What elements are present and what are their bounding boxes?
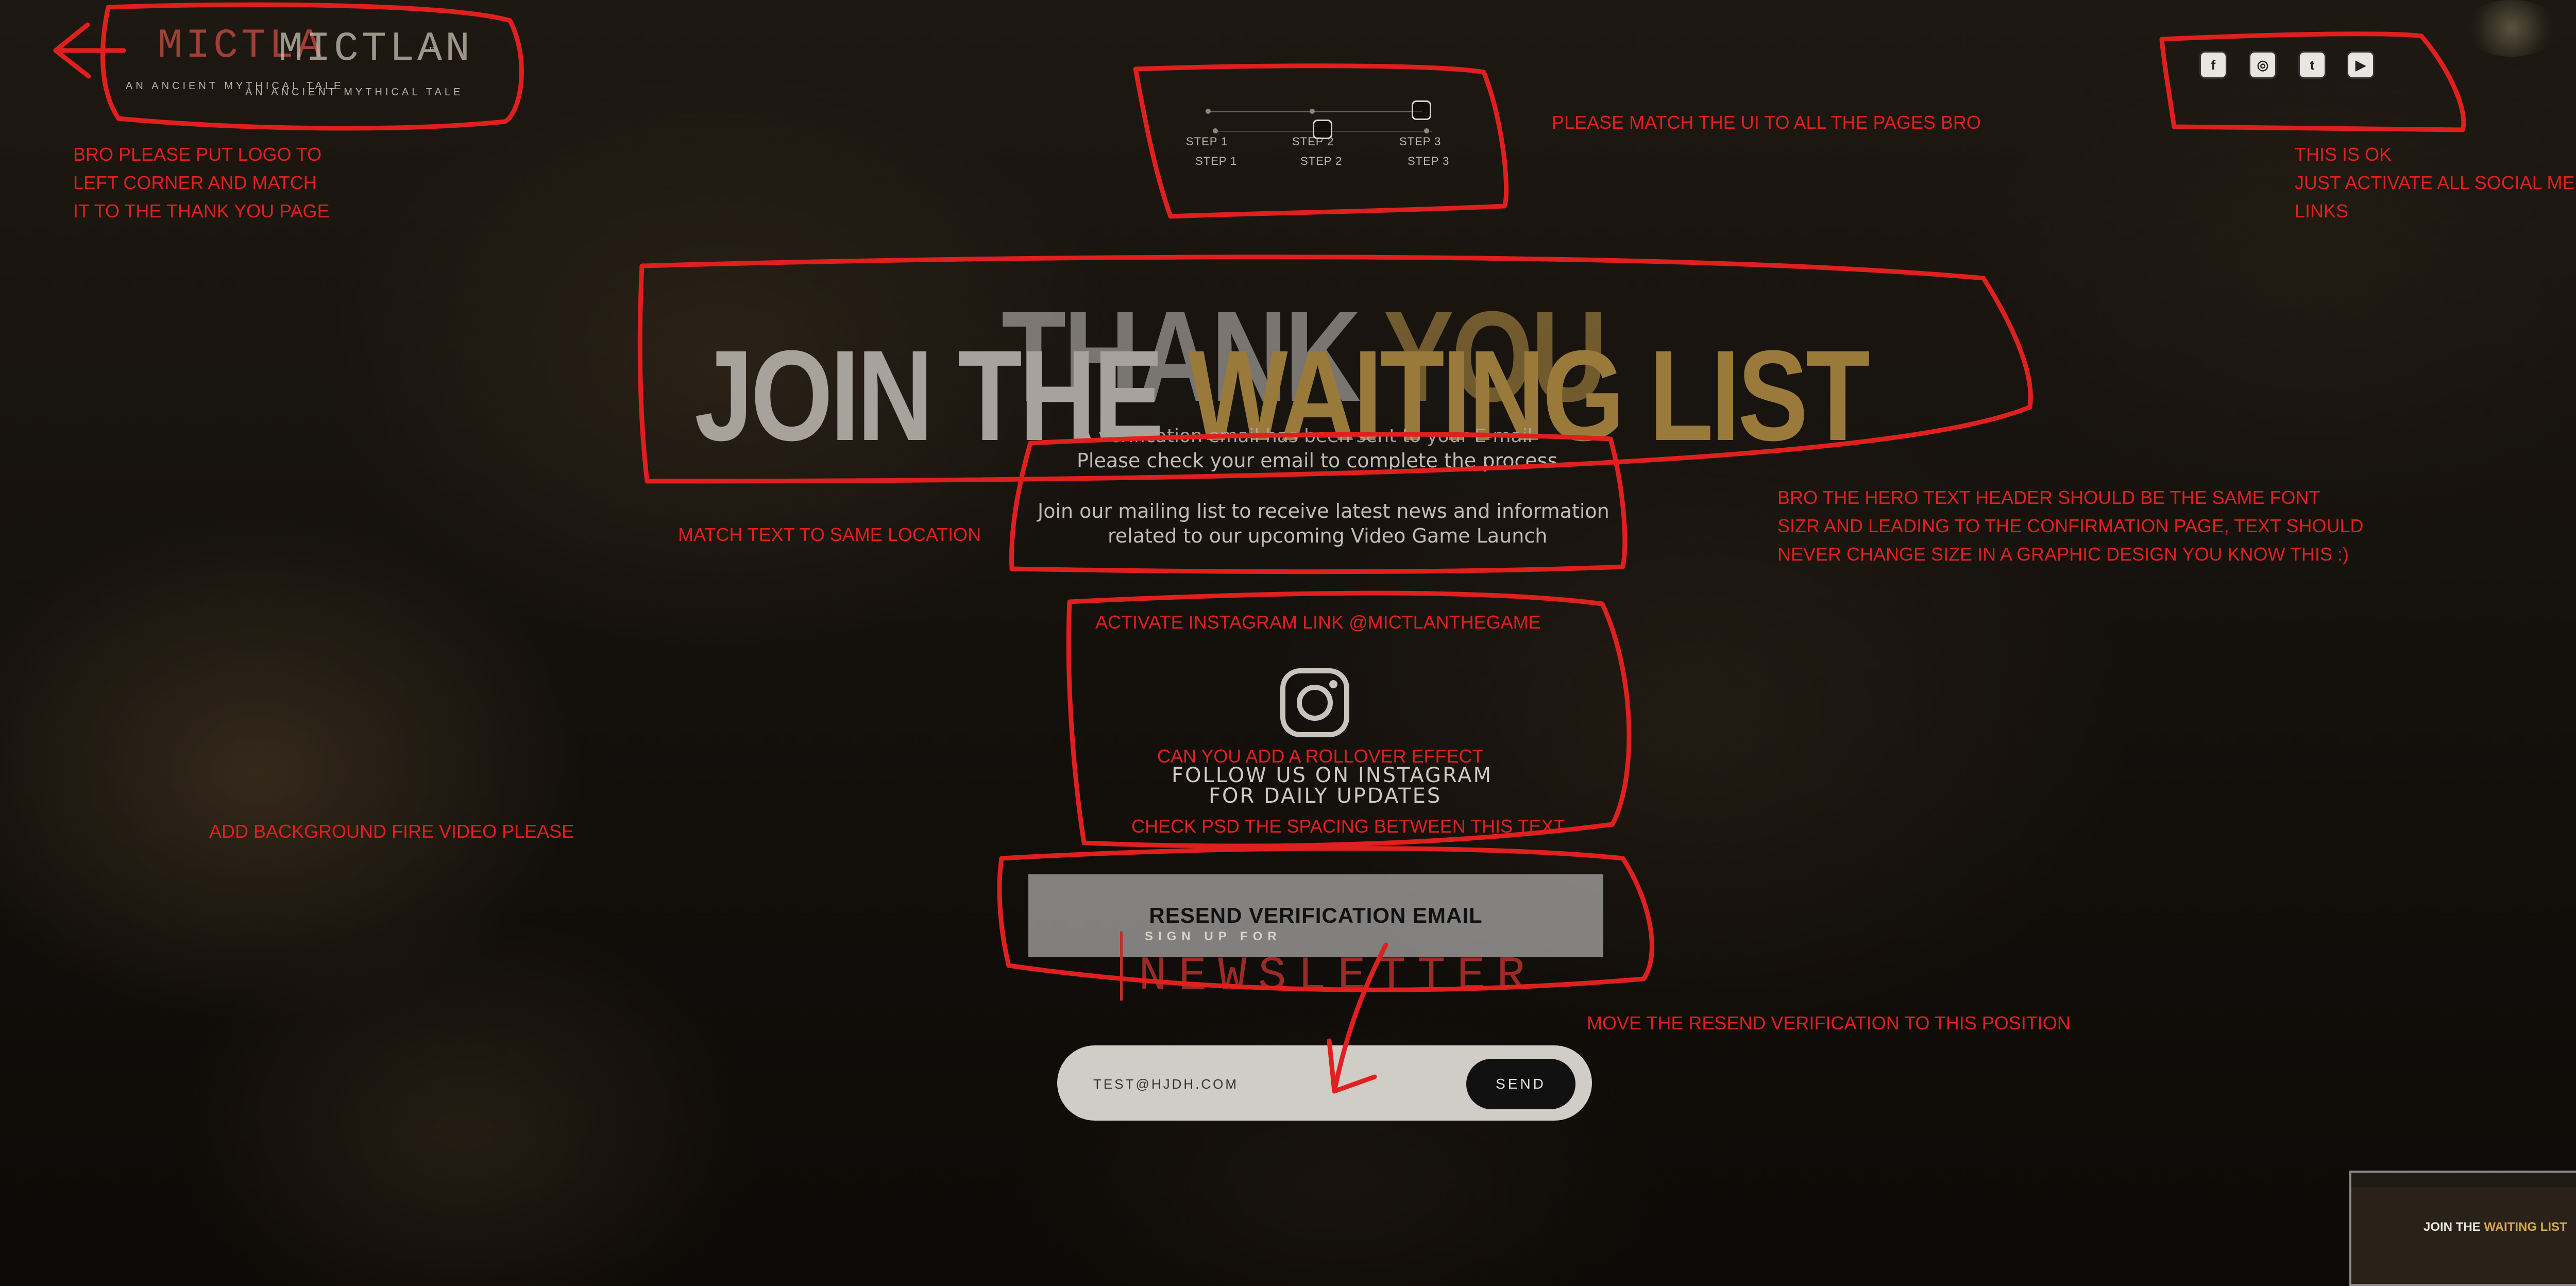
step-label-alt-1: STEP 1	[1195, 155, 1238, 167]
note-rollover: CAN YOU ADD A ROLLOVER EFFECT	[1157, 746, 1484, 767]
step-label-1: STEP 1	[1186, 135, 1228, 148]
instagram-icon	[1280, 668, 1349, 737]
youtube-icon[interactable]: ▶	[2348, 53, 2373, 77]
mailing-text-line-1: Join our mailing list to receive latest …	[1038, 500, 1609, 522]
step-dot-alt-3	[1424, 128, 1429, 133]
step-2-icon	[1313, 120, 1332, 139]
logo-word: MICTLAN	[278, 26, 473, 73]
resend-verification-button[interactable]: RESEND VERIFICATION EMAIL	[1028, 874, 1603, 957]
send-button[interactable]: SEND	[1466, 1059, 1575, 1109]
thumbnail-heading-gold: WAITING LIST	[2484, 1220, 2567, 1234]
newsletter-title: NEWSLETTER	[1139, 949, 1537, 1003]
note-match-text: MATCH TEXT TO SAME LOCATION	[678, 524, 981, 545]
instagram-icon[interactable]: ◎	[2250, 53, 2275, 77]
thumbnail-heading-white: JOIN THE	[2424, 1220, 2484, 1234]
newsletter-kicker: SIGN UP FOR	[1145, 929, 1282, 943]
thumbnail-heading: JOIN THE WAITING LIST	[2424, 1220, 2567, 1234]
corner-texture	[2463, 0, 2561, 57]
note-social: THIS IS OK JUST ACTIVATE ALL SOCIAL MEDI…	[2295, 144, 2576, 222]
note-spacing: CHECK PSD THE SPACING BETWEEN THIS TEXT	[1131, 816, 1565, 837]
step-label-alt-2: STEP 2	[1300, 155, 1343, 167]
verification-text: A verification email has been sent to yo…	[1080, 426, 1533, 447]
note-hero-font: BRO THE HERO TEXT HEADER SHOULD BE THE S…	[1777, 487, 2364, 565]
step-dot-alt-1	[1213, 128, 1218, 133]
newsletter-cursor-bar	[1120, 932, 1123, 1001]
note-move-resend: MOVE THE RESEND VERIFICATION TO THIS POS…	[1587, 1012, 2071, 1034]
note-activate-instagram: ACTIVATE INSTAGRAM LINK @MICTLANTHEGAME	[1095, 612, 1541, 633]
logo-trademark: ™	[428, 45, 439, 58]
step-dot-2	[1310, 109, 1315, 114]
twitter-icon[interactable]: t	[2300, 53, 2325, 77]
note-logo: BRO PLEASE PUT LOGO TO LEFT CORNER AND M…	[73, 144, 330, 222]
email-input[interactable]	[1092, 1065, 1455, 1103]
preview-thumbnail[interactable]: JOIN THE WAITING LIST	[2349, 1171, 2576, 1286]
instagram-link-icon[interactable]	[1280, 668, 1350, 738]
logo-tagline: AN ANCIENT MYTHICAL TALE	[245, 87, 464, 98]
note-match-ui: PLEASE MATCH THE UI TO ALL THE PAGES BRO	[1552, 112, 1981, 133]
mailing-text-line-2: related to our upcoming Video Game Launc…	[1108, 524, 1548, 547]
step-dot-1	[1206, 109, 1211, 114]
step-label-3: STEP 3	[1399, 135, 1442, 148]
note-fire-video: ADD BACKGROUND FIRE VIDEO PLEASE	[209, 821, 574, 842]
hero-join-waiting-list: JOIN THE WAITING LIST	[694, 321, 1870, 469]
thumbnail-titlebar	[2351, 1173, 2576, 1187]
facebook-icon[interactable]: f	[2201, 53, 2226, 77]
step-label-alt-3: STEP 3	[1408, 155, 1450, 167]
step-connector	[1210, 111, 1422, 112]
step-3-icon	[1412, 100, 1431, 120]
check-email-text: Please check your email to complete the …	[1077, 449, 1558, 472]
instagram-follow-line-2[interactable]: FOR DAILY UPDATES	[1209, 784, 1442, 808]
